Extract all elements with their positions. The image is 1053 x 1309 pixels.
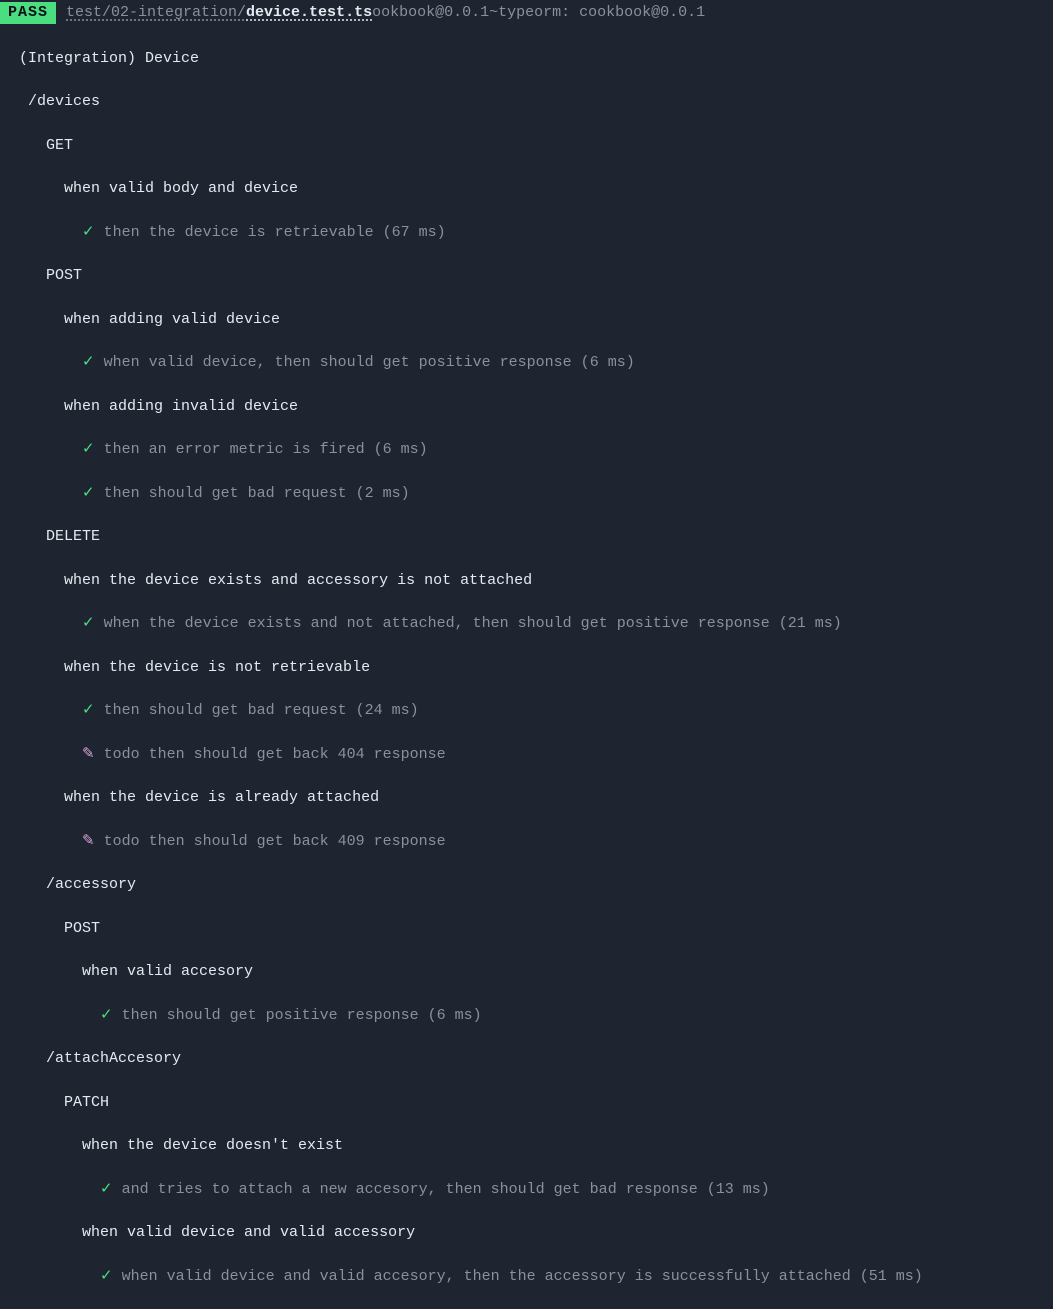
header-extra-text: ookbook@0.0.1~typeorm: cookbook@0.0.1 [372, 4, 705, 21]
file-path-dir: test/02-integration/ [66, 4, 246, 21]
test-label: when the device exists and not attached,… [104, 615, 842, 632]
todo-icon: ✎ [82, 746, 95, 763]
method-patch: PATCH [10, 1092, 1053, 1114]
check-icon: ✓ [82, 441, 95, 458]
check-icon: ✓ [82, 615, 95, 632]
test-label: todo then should get back 409 response [104, 833, 446, 850]
test-file-header: PASS test/02-integration/device.test.tso… [0, 0, 1053, 26]
method-post-accessory: POST [10, 918, 1053, 940]
test-result-line: ✓ and tries to attach a new accesory, th… [10, 1179, 1053, 1201]
test-label: then should get positive response (6 ms) [122, 1007, 482, 1024]
describe-accessory-valid: when valid accesory [10, 961, 1053, 983]
file-path-wrapper: test/02-integration/device.test.tsookboo… [56, 2, 705, 24]
test-tree: (Integration) Device /devices GET when v… [0, 26, 1053, 1309]
check-icon: ✓ [82, 354, 95, 371]
describe-post-invalid: when adding invalid device [10, 396, 1053, 418]
suite-name: (Integration) Device [10, 48, 1053, 70]
describe-post-valid: when adding valid device [10, 309, 1053, 331]
describe-delete-exists: when the device exists and accessory is … [10, 570, 1053, 592]
test-result-line: ✓ when valid device, then should get pos… [10, 352, 1053, 374]
test-label: then the device is retrievable (67 ms) [104, 224, 446, 241]
test-label: then should get bad request (2 ms) [104, 485, 410, 502]
test-result-line: ✓ then should get bad request (2 ms) [10, 483, 1053, 505]
test-label: and tries to attach a new accesory, then… [122, 1181, 770, 1198]
test-result-line: ✓ then should get positive response (6 m… [10, 1005, 1053, 1027]
describe-delete-notretrievable: when the device is not retrievable [10, 657, 1053, 679]
test-todo-line: ✎ todo then should get back 409 response [10, 831, 1053, 853]
test-label: when valid device, then should get posit… [104, 354, 635, 371]
describe-patch-nodevice: when the device doesn't exist [10, 1135, 1053, 1157]
todo-icon: ✎ [82, 833, 95, 850]
check-icon: ✓ [100, 1181, 113, 1198]
method-get: GET [10, 135, 1053, 157]
describe-delete-attached: when the device is already attached [10, 787, 1053, 809]
describe-get-valid: when valid body and device [10, 178, 1053, 200]
check-icon: ✓ [82, 485, 95, 502]
check-icon: ✓ [82, 224, 95, 241]
test-result-line: ✓ when valid device and valid accesory, … [10, 1266, 1053, 1288]
test-result-line: ✓ then an error metric is fired (6 ms) [10, 439, 1053, 461]
pass-badge: PASS [0, 2, 56, 24]
route-accessory: /accessory [10, 874, 1053, 896]
route-attach: /attachAccesory [10, 1048, 1053, 1070]
test-result-line: ✓ then should get bad request (24 ms) [10, 700, 1053, 722]
describe-patch-valid: when valid device and valid accessory [10, 1222, 1053, 1244]
check-icon: ✓ [82, 702, 95, 719]
test-label: when valid device and valid accesory, th… [122, 1268, 923, 1285]
method-delete: DELETE [10, 526, 1053, 548]
test-label: then should get bad request (24 ms) [104, 702, 419, 719]
test-result-line: ✓ then the device is retrievable (67 ms) [10, 222, 1053, 244]
check-icon: ✓ [100, 1007, 113, 1024]
route-devices: /devices [10, 91, 1053, 113]
test-result-line: ✓ when the device exists and not attache… [10, 613, 1053, 635]
file-path-name: device.test.ts [246, 4, 372, 21]
test-label: then an error metric is fired (6 ms) [104, 441, 428, 458]
method-post: POST [10, 265, 1053, 287]
check-icon: ✓ [100, 1268, 113, 1285]
test-label: todo then should get back 404 response [104, 746, 446, 763]
test-todo-line: ✎ todo then should get back 404 response [10, 744, 1053, 766]
